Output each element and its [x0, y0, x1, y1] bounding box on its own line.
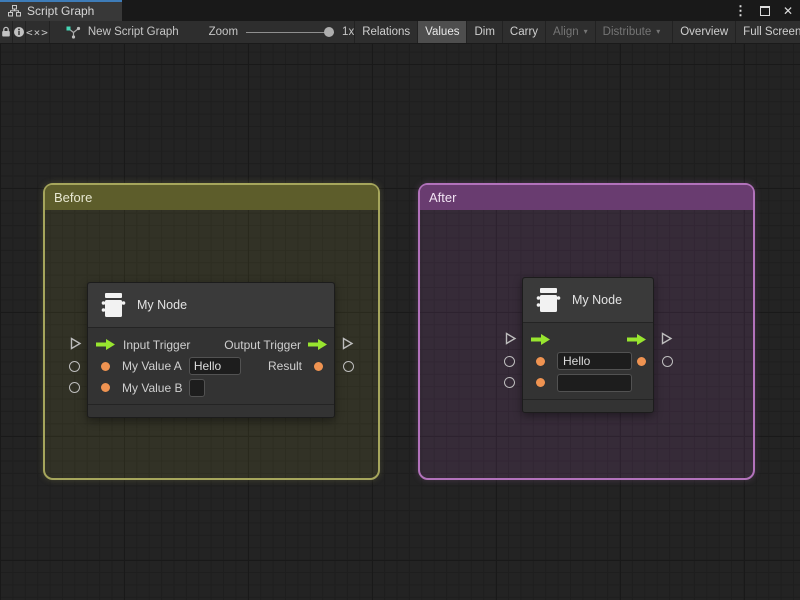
maximize-icon[interactable] — [760, 6, 770, 16]
value-b-field[interactable] — [189, 379, 205, 397]
port-row-trigger: Input Trigger Output Trigger — [88, 334, 334, 356]
node-footer — [88, 404, 334, 417]
node-icon — [100, 291, 126, 319]
node-my-node-before[interactable]: My Node Input Trigger Output Trigger — [87, 282, 335, 418]
node-header[interactable]: My Node — [88, 283, 334, 328]
port-row-value-a: My Value A Result — [88, 356, 334, 378]
code-preview-icon: <×> — [26, 26, 49, 39]
node-title: My Node — [572, 293, 622, 307]
output-flow-port-icon[interactable] — [627, 334, 647, 345]
my-value-b-label: My Value B — [122, 381, 182, 395]
graph-title: New Script Graph — [66, 21, 179, 43]
output-trigger-label: Output Trigger — [224, 338, 301, 352]
outer-value-port-icon[interactable] — [343, 361, 354, 372]
caret-down-icon: ▾ — [656, 28, 660, 36]
graph-name-label: New Script Graph — [88, 26, 179, 38]
lock-icon — [0, 26, 12, 38]
value-a-field[interactable] — [189, 357, 241, 375]
node-header[interactable]: My Node — [523, 278, 653, 323]
node-title: My Node — [137, 298, 187, 312]
node-my-node-after[interactable]: My Node — [522, 277, 654, 413]
align-button[interactable]: Align ▾ — [545, 21, 595, 43]
close-icon[interactable]: ✕ — [783, 5, 793, 17]
input-flow-port-icon[interactable] — [531, 334, 551, 345]
outer-flow-port-icon[interactable] — [341, 337, 354, 350]
outer-flow-port-icon[interactable] — [69, 337, 82, 350]
dim-button[interactable]: Dim — [466, 21, 501, 43]
result-port-icon[interactable] — [637, 357, 646, 366]
distribute-button[interactable]: Distribute ▾ — [595, 21, 668, 43]
node-icon — [535, 286, 561, 314]
value-a-field[interactable] — [557, 352, 632, 370]
value-port-icon[interactable] — [536, 378, 545, 387]
node-body — [523, 323, 653, 399]
graph-toolbar: <×> New Script Graph Zoom 1x Relati — [0, 21, 800, 44]
group-header-after[interactable]: After — [420, 185, 753, 210]
outer-value-port-icon[interactable] — [504, 377, 515, 388]
zoom-slider-track[interactable] — [246, 32, 334, 33]
window-controls: ⋮ ✕ — [734, 0, 793, 21]
graph-canvas[interactable]: Before After My Nod — [0, 43, 800, 600]
result-label: Result — [268, 359, 302, 373]
outer-value-port-icon[interactable] — [504, 356, 515, 367]
group-title-before: Before — [54, 190, 92, 205]
caret-down-icon: ▾ — [584, 28, 588, 36]
carry-button[interactable]: Carry — [502, 21, 545, 43]
tab-script-graph[interactable]: Script Graph — [0, 0, 122, 21]
fullscreen-button[interactable]: Full Screen — [735, 21, 800, 43]
tab-label: Script Graph — [27, 4, 94, 18]
zoom-control: Zoom 1x — [209, 21, 355, 43]
values-button[interactable]: Values — [417, 21, 466, 43]
inspect-button[interactable] — [13, 21, 26, 43]
zoom-value: 1x — [342, 26, 354, 38]
zoom-slider[interactable] — [246, 27, 334, 37]
port-row-value-b — [523, 372, 653, 394]
node-body: Input Trigger Output Trigger My Value A — [88, 328, 334, 404]
value-port-icon[interactable] — [536, 357, 545, 366]
value-b-field[interactable] — [557, 374, 632, 392]
output-flow-port-icon[interactable] — [308, 339, 328, 350]
window-menu-icon[interactable]: ⋮ — [734, 4, 747, 17]
group-title-after: After — [429, 190, 456, 205]
window-titlebar: Script Graph ⋮ ✕ — [0, 0, 800, 21]
outer-value-port-icon[interactable] — [662, 356, 673, 367]
input-flow-port-icon[interactable] — [96, 339, 116, 350]
my-value-a-label: My Value A — [122, 359, 182, 373]
zoom-label: Zoom — [209, 26, 238, 38]
value-port-icon[interactable] — [101, 362, 110, 371]
script-graph-asset-icon — [66, 26, 81, 39]
outer-value-port-icon[interactable] — [69, 382, 80, 393]
group-header-before[interactable]: Before — [45, 185, 378, 210]
toolbar-toggles: Relations Values Dim Carry Align ▾ Distr… — [354, 21, 800, 43]
outer-flow-port-icon[interactable] — [660, 332, 673, 345]
port-row-value-a — [523, 351, 653, 373]
zoom-slider-handle[interactable] — [324, 27, 334, 37]
distribute-label: Distribute — [603, 26, 652, 38]
script-graph-window: Before After My Nod — [0, 0, 800, 600]
result-port-icon[interactable] — [314, 362, 323, 371]
node-footer — [523, 399, 653, 412]
info-icon — [13, 26, 25, 38]
outer-flow-port-icon[interactable] — [504, 332, 517, 345]
value-port-icon[interactable] — [101, 383, 110, 392]
align-label: Align — [553, 26, 579, 38]
code-preview-button[interactable]: <×> — [26, 21, 50, 43]
port-row-trigger — [523, 329, 653, 351]
port-row-value-b: My Value B — [88, 377, 334, 399]
input-trigger-label: Input Trigger — [123, 338, 190, 352]
lock-button[interactable] — [0, 21, 13, 43]
overview-button[interactable]: Overview — [672, 21, 735, 43]
relations-button[interactable]: Relations — [354, 21, 417, 43]
graph-hierarchy-icon — [8, 5, 21, 17]
outer-value-port-icon[interactable] — [69, 361, 80, 372]
